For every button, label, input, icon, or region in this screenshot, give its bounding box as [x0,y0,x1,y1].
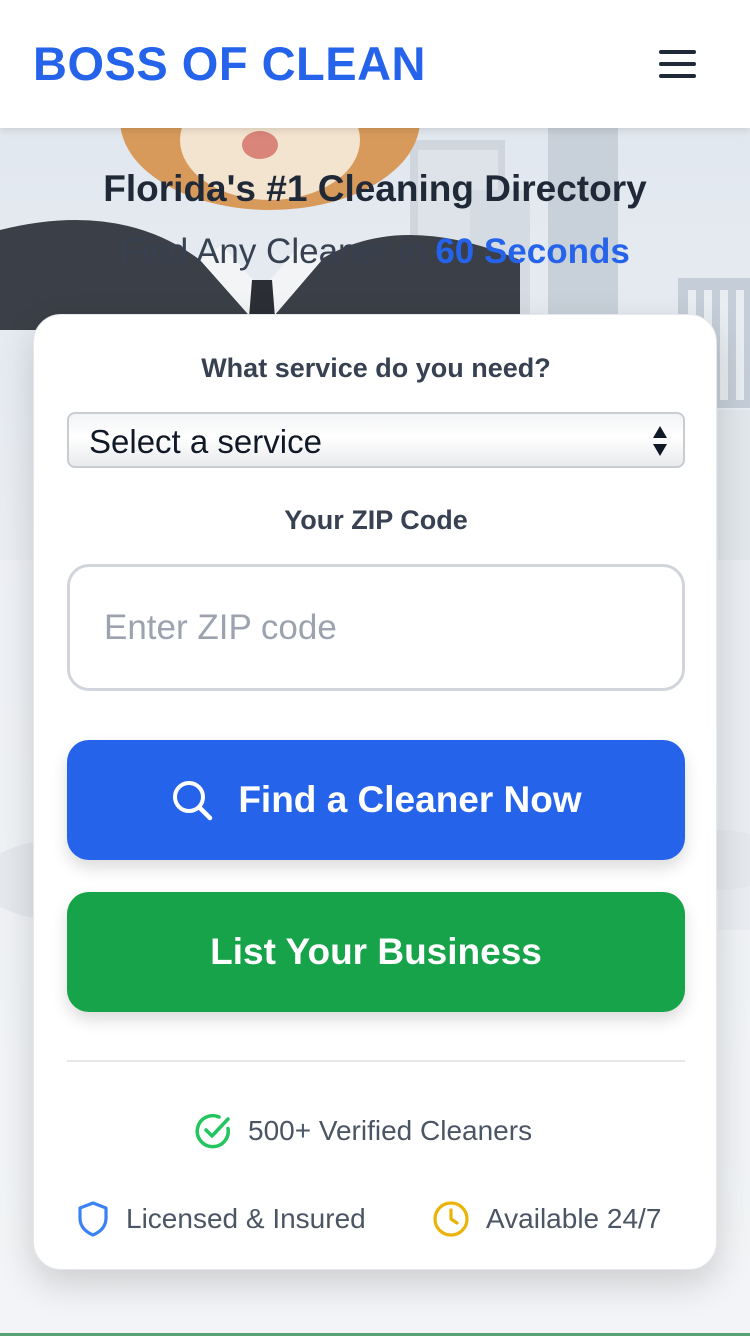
hero-tagline: Find Any Cleaner in 60 Seconds [0,230,750,274]
menu-bar [659,50,696,54]
shield-icon [78,1201,108,1237]
search-card: What service do you need? Select a servi… [33,314,717,1270]
find-cleaner-label: Find a Cleaner Now [238,779,582,820]
zip-label: Your ZIP Code [284,505,468,535]
clock-icon [433,1201,469,1237]
select-arrows-icon [653,426,667,456]
menu-bar [659,62,696,66]
trust-verified-text: 500+ Verified Cleaners [248,1115,533,1146]
site-header: BOSS OF CLEAN [0,0,750,128]
service-select[interactable]: Select a service [67,412,685,468]
check-circle-icon [195,1113,230,1149]
search-icon [173,781,213,821]
hero-tagline-highlight: 60 Seconds [435,232,630,271]
service-label: What service do you need? [201,353,551,383]
trust-available: Available 24/7 [432,1200,661,1238]
find-cleaner-button[interactable]: Find a Cleaner Now [67,740,685,860]
hamburger-menu-icon[interactable] [656,46,700,84]
trust-licensed: Licensed & Insured [76,1200,366,1238]
hero-tagline-prefix: Find Any Cleaner in [120,232,436,271]
service-select-value: Select a service [89,423,322,460]
list-business-button[interactable]: List Your Business [67,892,685,1012]
trust-verified: 500+ Verified Cleaners [194,1112,532,1150]
menu-bar [659,74,696,78]
card-divider [67,1060,685,1062]
zip-input[interactable] [67,564,685,691]
list-business-label: List Your Business [210,931,542,972]
trust-available-text: Available 24/7 [486,1203,662,1234]
trust-licensed-text: Licensed & Insured [126,1203,366,1234]
hero-subtitle: Florida's #1 Cleaning Directory [103,168,647,209]
site-logo[interactable]: BOSS OF CLEAN [33,36,426,92]
